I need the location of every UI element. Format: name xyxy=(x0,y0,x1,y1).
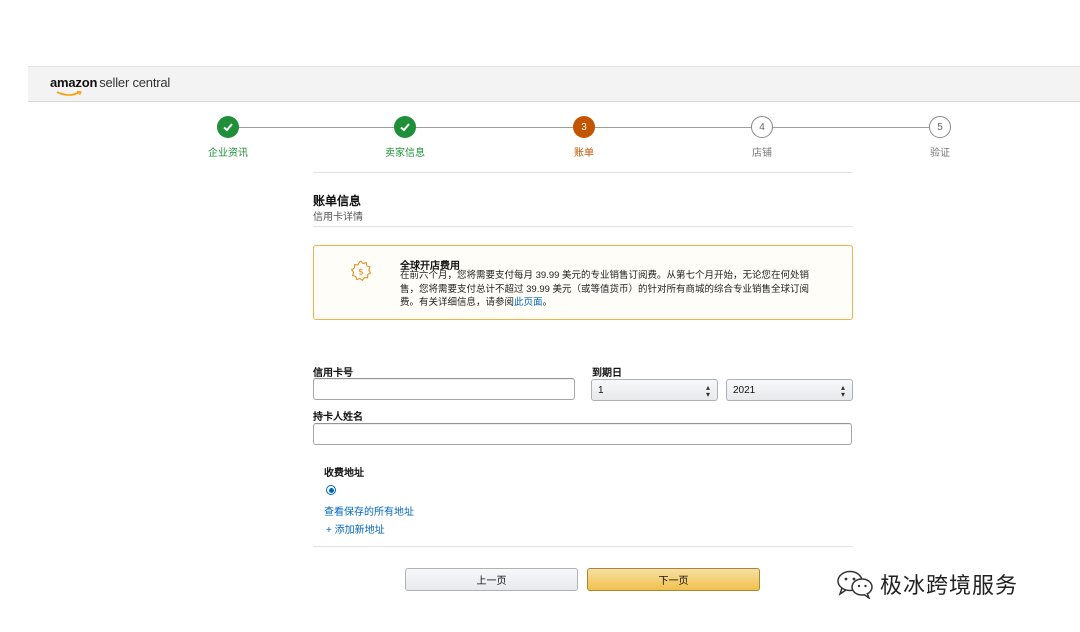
add-new-address-link[interactable]: + 添加新地址 xyxy=(326,521,385,536)
check-icon xyxy=(394,116,416,138)
step-verification: 5 验证 xyxy=(890,116,990,159)
expiry-year-value: 2021 xyxy=(733,385,756,396)
step-seller-info: 卖家信息 xyxy=(355,116,455,159)
notice-text: 在前六个月，您将需要支付每月 39.99 美元的专业销售订阅费。从第七个月开始，… xyxy=(400,270,810,308)
check-icon xyxy=(217,116,239,138)
billing-address-label: 收费地址 xyxy=(324,468,364,479)
step-label: 企业资讯 xyxy=(208,148,248,159)
cardholder-label: 持卡人姓名 xyxy=(313,412,363,423)
expiry-month-value: 1 xyxy=(598,385,604,396)
amazon-seller-central-logo[interactable]: amazon seller central xyxy=(50,75,171,96)
view-saved-addresses-link[interactable]: 查看保存的所有地址 xyxy=(324,503,414,518)
amazon-smile-icon xyxy=(56,91,82,96)
previous-page-button[interactable]: 上一页 xyxy=(405,568,578,591)
notice-link[interactable]: 此页面 xyxy=(514,297,543,308)
cardholder-name-input[interactable] xyxy=(313,423,852,445)
step-label: 卖家信息 xyxy=(385,148,425,159)
svg-text:$: $ xyxy=(358,268,364,278)
notice-text-end: 。 xyxy=(542,297,553,308)
fee-badge-icon: $ xyxy=(350,260,372,282)
watermark-text: 极冰跨境服务 xyxy=(880,574,1019,599)
step-company-info: 企业资讯 xyxy=(178,116,278,159)
card-number-input[interactable] xyxy=(313,378,575,400)
logo-brand: amazon xyxy=(50,75,98,90)
notice-body: 在前六个月，您将需要支付每月 39.99 美元的专业销售订阅费。从第七个月开始，… xyxy=(400,269,820,310)
billing-subtitle: 信用卡详情 xyxy=(313,212,363,223)
step-number: 3 xyxy=(573,116,595,138)
select-arrows-icon: ▴ ▾ xyxy=(840,383,845,399)
step-billing: 3 账单 xyxy=(534,116,634,159)
card-number-label: 信用卡号 xyxy=(313,368,353,379)
expiry-year-select[interactable]: 2021 ▴ ▾ xyxy=(726,379,853,401)
logo-product: seller central xyxy=(99,75,171,90)
step-store: 4 店铺 xyxy=(712,116,812,159)
select-arrows-icon: ▴ ▾ xyxy=(705,383,710,399)
expiry-month-select[interactable]: 1 ▴ ▾ xyxy=(591,379,718,401)
top-header: amazon seller central xyxy=(28,66,1080,102)
expiry-label: 到期日 xyxy=(592,368,622,379)
step-number: 5 xyxy=(929,116,951,138)
watermark: 极冰跨境服务 xyxy=(836,568,1018,600)
address-radio[interactable] xyxy=(326,485,336,495)
section-top-divider xyxy=(313,172,853,173)
wechat-icon xyxy=(837,570,873,599)
step-label: 账单 xyxy=(574,148,594,159)
form-bottom-divider xyxy=(313,546,853,547)
registration-stepper: 企业资讯 卖家信息 3 账单 4 店铺 5 验证 xyxy=(0,112,1080,162)
next-page-button[interactable]: 下一页 xyxy=(587,568,760,591)
global-fee-notice: $ 全球开店费用 在前六个月，您将需要支付每月 39.99 美元的专业销售订阅费… xyxy=(313,245,853,320)
step-label: 店铺 xyxy=(752,148,772,159)
billing-title: 账单信息 xyxy=(313,194,362,208)
section-divider xyxy=(313,226,853,227)
step-number: 4 xyxy=(751,116,773,138)
step-label: 验证 xyxy=(930,148,950,159)
